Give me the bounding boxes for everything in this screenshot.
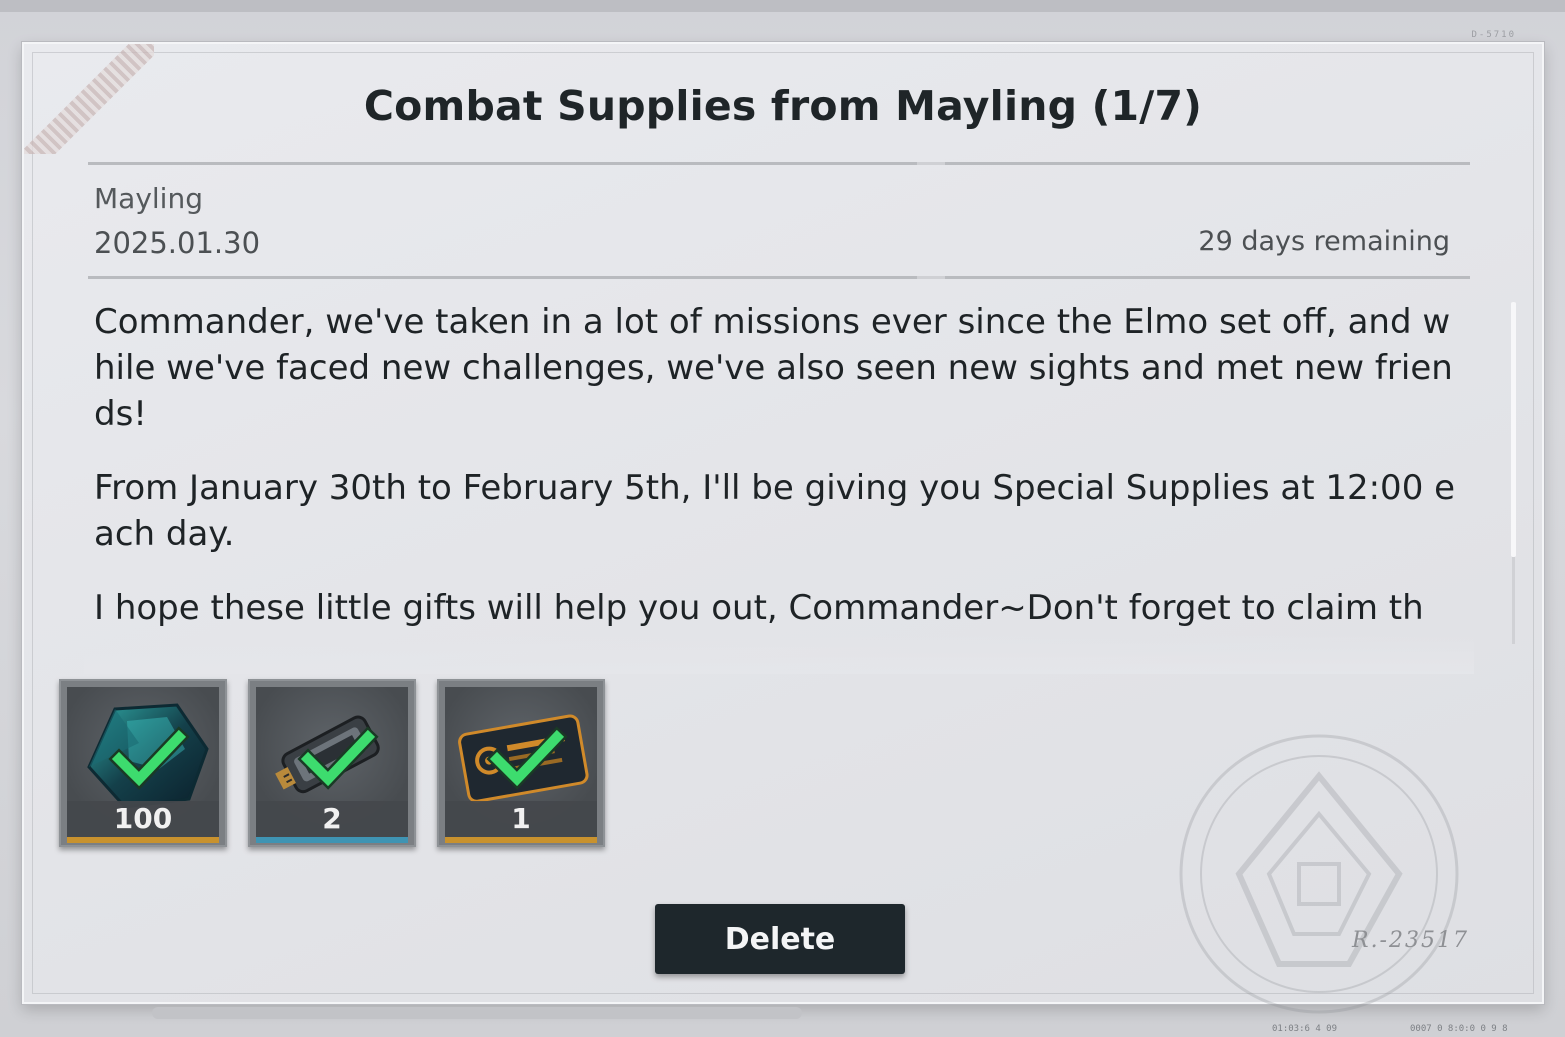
mail-paragraph: Commander, we've taken in a lot of missi… [94, 302, 1453, 434]
days-remaining: 29 days remaining [1198, 226, 1450, 257]
signature: R.-23517 [1352, 928, 1469, 953]
horizontal-scrollbar[interactable] [152, 1007, 802, 1019]
reward-quantity: 2 [256, 801, 408, 837]
mail-body-scroll[interactable]: Commander, we've taken in a lot of missi… [94, 299, 1464, 661]
rarity-bar [67, 837, 219, 843]
reward-quantity: 100 [67, 801, 219, 837]
serial-code: D-5710 [1471, 30, 1516, 40]
divider-header [88, 276, 1470, 279]
rarity-bar [256, 837, 408, 843]
reward-item[interactable]: 1 [437, 679, 605, 847]
top-edge-bar [0, 0, 1565, 12]
mail-panel: D-5710 Combat Supplies from Mayling (1/7… [22, 30, 1544, 1014]
check-icon [297, 726, 379, 790]
footer-code: 01:03:6 4 09 [1272, 1024, 1338, 1034]
check-icon [108, 726, 190, 790]
reward-quantity: 1 [445, 801, 597, 837]
check-icon [486, 726, 568, 790]
scrollbar-thumb[interactable] [1511, 302, 1516, 557]
delete-button[interactable]: Delete [655, 904, 905, 974]
mail-date: 2025.01.30 [94, 226, 261, 260]
text-fade [84, 634, 1474, 674]
reward-item[interactable]: 100 [59, 679, 227, 847]
divider-top [88, 162, 1470, 165]
mail-paragraph: I hope these little gifts will help you … [94, 588, 1424, 628]
mail-sender: Mayling [94, 182, 203, 215]
mail-title: Combat Supplies from Mayling (1/7) [363, 82, 1203, 130]
mail-paragraph: From January 30th to February 5th, I'll … [94, 468, 1456, 554]
stamp-seal-icon [1179, 734, 1459, 1014]
rarity-bar [445, 837, 597, 843]
reward-item[interactable]: 2 [248, 679, 416, 847]
footer-code: 0007 0 8:0:0 0 9 8 [1410, 1024, 1508, 1034]
